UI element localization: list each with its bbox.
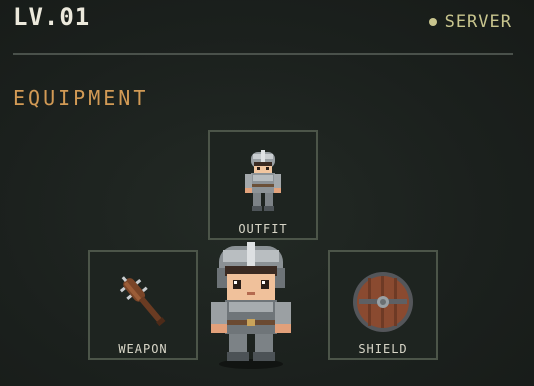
armor-outfit-icon	[245, 150, 281, 211]
server-label: SERVER	[444, 12, 512, 32]
shield-slot-label: SHIELD	[358, 342, 408, 356]
outfit-slot[interactable]: OUTFIT	[208, 130, 318, 240]
shield-slot[interactable]: SHIELD	[328, 250, 438, 360]
weapon-slot[interactable]: WEAPON	[88, 250, 198, 360]
server-status[interactable]: SERVER	[428, 12, 512, 32]
outfit-slot-label: OUTFIT	[238, 222, 288, 236]
equipment-title: EQUIPMENT	[13, 86, 149, 110]
weapon-slot-label: WEAPON	[118, 342, 168, 356]
server-status-dot-icon	[428, 18, 437, 26]
spiked-club-icon	[119, 276, 166, 327]
game-screen: LV.01 SERVER EQUIPMENT OUTFIT WEAPON SHI…	[0, 0, 534, 386]
level-indicator: LV.01	[13, 3, 91, 31]
header-divider	[13, 53, 513, 55]
round-wooden-shield-icon	[353, 272, 413, 332]
hero-character-sprite	[211, 242, 291, 369]
